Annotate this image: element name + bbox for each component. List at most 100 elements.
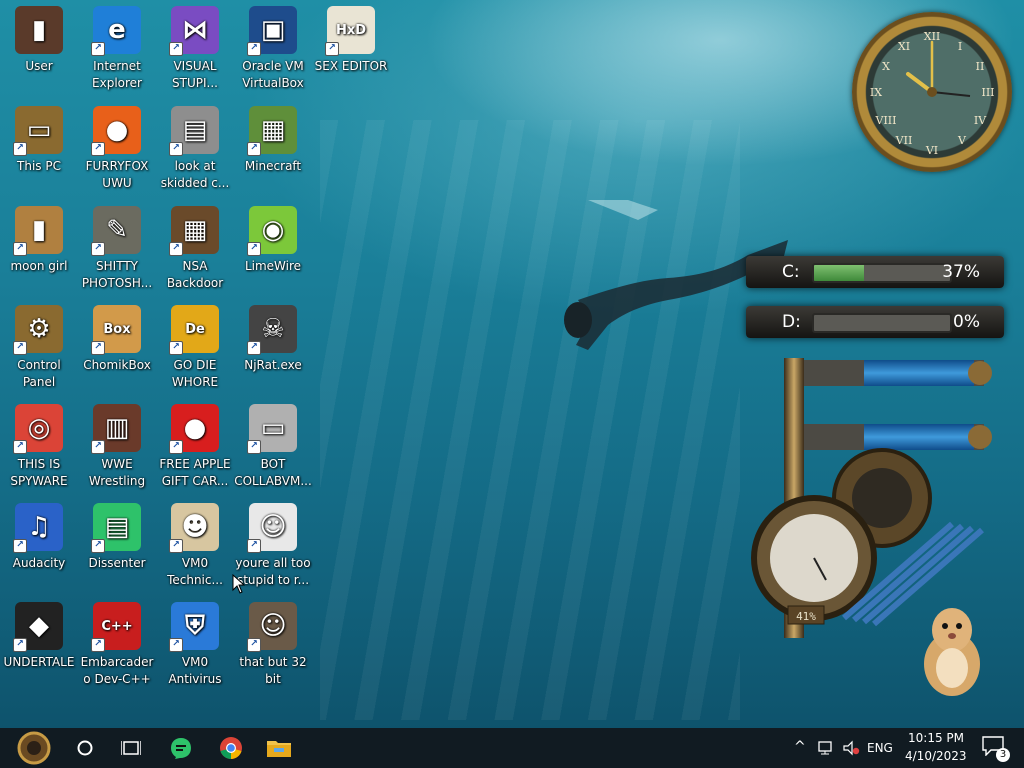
desktop-icon-furryfox-uwu[interactable]: ● ↗ FURRYFOX UWU bbox=[78, 104, 156, 200]
desktop-icon-label: VM0 Technic... bbox=[167, 556, 223, 587]
drive-d-letter: D: bbox=[782, 312, 801, 332]
desktop-icon-minecraft[interactable]: ▦ ↗ Minecraft bbox=[234, 104, 312, 200]
apple-icon: ● ↗ bbox=[169, 404, 219, 454]
svg-text:VIII: VIII bbox=[875, 114, 897, 127]
desktop-icon-label: Dissenter bbox=[88, 556, 146, 570]
desktop-icon-moon-girl[interactable]: ▮ ↗ moon girl bbox=[0, 204, 78, 300]
bag-icon: ▮ ↗ bbox=[13, 206, 63, 256]
virtualbox-icon: ▣ ↗ bbox=[247, 6, 297, 56]
shortcut-arrow-icon: ↗ bbox=[91, 142, 105, 156]
gimp-icon: ✎ ↗ bbox=[91, 206, 141, 256]
desktop-icon-label: THIS IS SPYWARE bbox=[10, 457, 68, 488]
desktop-icon-undertale[interactable]: ◆ ↗ UNDERTALE bbox=[0, 600, 78, 696]
desktop: ▮ User e ↗ Internet Explorer ⋈ ↗ VISUAL STUPI..… bbox=[0, 0, 1024, 728]
search-button[interactable] bbox=[62, 728, 108, 768]
taskbar: ^ ENG 10:15 PM 4/10/2023 3 bbox=[0, 728, 1024, 768]
skull-icon: ☠ ↗ bbox=[247, 305, 297, 355]
shortcut-arrow-icon: ↗ bbox=[13, 539, 27, 553]
shortcut-arrow-icon: ↗ bbox=[13, 638, 27, 652]
desktop-icon-label: that but 32 bit bbox=[239, 655, 307, 686]
dissenter-icon: ▤ ↗ bbox=[91, 503, 141, 553]
drive-d-bar bbox=[812, 313, 952, 333]
tray-chevron-icon[interactable]: ^ bbox=[794, 739, 806, 755]
desktop-icon-audacity[interactable]: ♫ ↗ Audacity bbox=[0, 501, 78, 597]
task-view-button[interactable] bbox=[108, 728, 154, 768]
language-indicator[interactable]: ENG bbox=[867, 741, 893, 755]
minecraft-icon: ▦ ↗ bbox=[247, 106, 297, 156]
desktop-icon-embarcadero-dev-c[interactable]: C++ ↗ Embarcadero Dev-C++ bbox=[78, 600, 156, 696]
desktop-icon-limewire[interactable]: ◉ ↗ LimeWire bbox=[234, 204, 312, 300]
cortana-circle-icon bbox=[77, 740, 93, 756]
desktop-icon-shitty-photosh[interactable]: ✎ ↗ SHITTY PHOTOSH... bbox=[78, 204, 156, 300]
taskbar-dissenter[interactable] bbox=[158, 728, 204, 768]
this-pc-icon: ▭ ↗ bbox=[13, 106, 63, 156]
chrome-icon bbox=[220, 737, 242, 759]
user-folder-icon: ▮ bbox=[15, 6, 63, 54]
svg-text:II: II bbox=[976, 60, 985, 73]
desktop-icon-njrat-exe[interactable]: ☠ ↗ NjRat.exe bbox=[234, 303, 312, 399]
notification-center-button[interactable]: 3 bbox=[982, 736, 1010, 762]
desktop-icon-this-pc[interactable]: ▭ ↗ This PC bbox=[0, 104, 78, 200]
desktop-icon-vm0-technic[interactable]: ☻ ↗ VM0 Technic... bbox=[156, 501, 234, 597]
shortcut-arrow-icon: ↗ bbox=[13, 142, 27, 156]
desktop-icon-label: SEX EDITOR bbox=[314, 59, 388, 73]
shortcut-arrow-icon: ↗ bbox=[169, 42, 183, 56]
drive-d-meter: D: 0% bbox=[746, 306, 1004, 338]
de-icon: De ↗ bbox=[169, 305, 219, 355]
technician-icon: ☻ ↗ bbox=[169, 503, 219, 553]
drive-c-meter: C: 37% bbox=[746, 256, 1004, 288]
taskbar-file-explorer[interactable] bbox=[256, 728, 302, 768]
desktop-icon-label: UNDERTALE bbox=[3, 655, 75, 669]
taskbar-chrome[interactable] bbox=[208, 728, 254, 768]
volume-muted-icon[interactable] bbox=[842, 740, 860, 756]
svg-text:I: I bbox=[958, 40, 962, 53]
desktop-icon-sex-editor[interactable]: HxD ↗ SEX EDITOR bbox=[312, 4, 390, 100]
desktop-icon-nsa-backdoor[interactable]: ▦ ↗ NSA Backdoor bbox=[156, 204, 234, 300]
desktop-icon-label: BOT COLLABVM... bbox=[234, 457, 312, 488]
shortcut-arrow-icon: ↗ bbox=[247, 539, 261, 553]
hxd-icon: HxD ↗ bbox=[325, 6, 375, 56]
desktop-icon-label: LimeWire bbox=[244, 259, 302, 273]
box-icon: ▦ ↗ bbox=[169, 206, 219, 256]
shortcut-arrow-icon: ↗ bbox=[169, 440, 183, 454]
desktop-icon-label: Audacity bbox=[12, 556, 66, 570]
network-icon[interactable] bbox=[816, 740, 834, 756]
shield-icon: ⛨ ↗ bbox=[169, 602, 219, 652]
limewire-icon: ◉ ↗ bbox=[247, 206, 297, 256]
start-button[interactable] bbox=[8, 728, 60, 768]
desktop-icon-chomikbox[interactable]: Box ↗ ChomikBox bbox=[78, 303, 156, 399]
shortcut-arrow-icon: ↗ bbox=[169, 341, 183, 355]
svg-text:X: X bbox=[882, 60, 890, 73]
tray-date[interactable]: 4/10/2023 bbox=[905, 749, 967, 763]
shortcut-arrow-icon: ↗ bbox=[169, 142, 183, 156]
desktop-icon-look-at-skidded-c[interactable]: ▤ ↗ look at skidded c... bbox=[156, 104, 234, 200]
desktop-icon-go-die-whore[interactable]: De ↗ GO DIE WHORE bbox=[156, 303, 234, 399]
desktop-icon-vm0-antivirus[interactable]: ⛨ ↗ VM0 Antivirus bbox=[156, 600, 234, 696]
desktop-icon-label: Internet Explorer bbox=[92, 59, 142, 90]
desktop-icon-oracle-vm-virtualbox[interactable]: ▣ ↗ Oracle VM VirtualBox bbox=[234, 4, 312, 100]
portrait-sketch-icon: ☺ ↗ bbox=[247, 503, 297, 553]
desktop-icon-wwe-wrestling[interactable]: ▥ ↗ WWE Wrestling bbox=[78, 402, 156, 498]
desktop-icon-that-but-32-bit[interactable]: ☺ ↗ that but 32 bit bbox=[234, 600, 312, 696]
desktop-icon-label: Embarcadero Dev-C++ bbox=[80, 655, 154, 686]
desktop-icon-dissenter[interactable]: ▤ ↗ Dissenter bbox=[78, 501, 156, 597]
desktop-icon-bot-collabvm[interactable]: ▭ ↗ BOT COLLABVM... bbox=[234, 402, 312, 498]
desktop-icon-control-panel[interactable]: ⚙ ↗ Control Panel bbox=[0, 303, 78, 399]
desktop-icon-free-apple-gift-car[interactable]: ● ↗ FREE APPLE GIFT CAR... bbox=[156, 402, 234, 498]
steampunk-clock-widget[interactable]: XII VI III IX I II IV V VII VIII X XI bbox=[852, 12, 1012, 172]
desktop-icon-internet-explorer[interactable]: e ↗ Internet Explorer bbox=[78, 4, 156, 100]
shortcut-arrow-icon: ↗ bbox=[91, 242, 105, 256]
desktop-icon-label: VM0 Antivirus bbox=[168, 655, 222, 686]
desktop-icon-this-is-spyware[interactable]: ◎ ↗ THIS IS SPYWARE bbox=[0, 402, 78, 498]
shortcut-arrow-icon: ↗ bbox=[247, 42, 261, 56]
shortcut-arrow-icon: ↗ bbox=[247, 440, 261, 454]
edge-icon: e ↗ bbox=[91, 6, 141, 56]
tray-time[interactable]: 10:15 PM bbox=[908, 731, 964, 745]
desktop-icon-user[interactable]: ▮ User bbox=[0, 4, 78, 100]
desktop-icon-label: This PC bbox=[17, 159, 61, 173]
svg-text:XI: XI bbox=[898, 40, 910, 53]
desktop-icon-label: moon girl bbox=[10, 259, 68, 273]
drive-c-bar bbox=[812, 263, 952, 283]
desktop-icon-visual-stupi[interactable]: ⋈ ↗ VISUAL STUPI... bbox=[156, 4, 234, 100]
desktop-icon-label: FURRYFOX UWU bbox=[85, 159, 149, 190]
